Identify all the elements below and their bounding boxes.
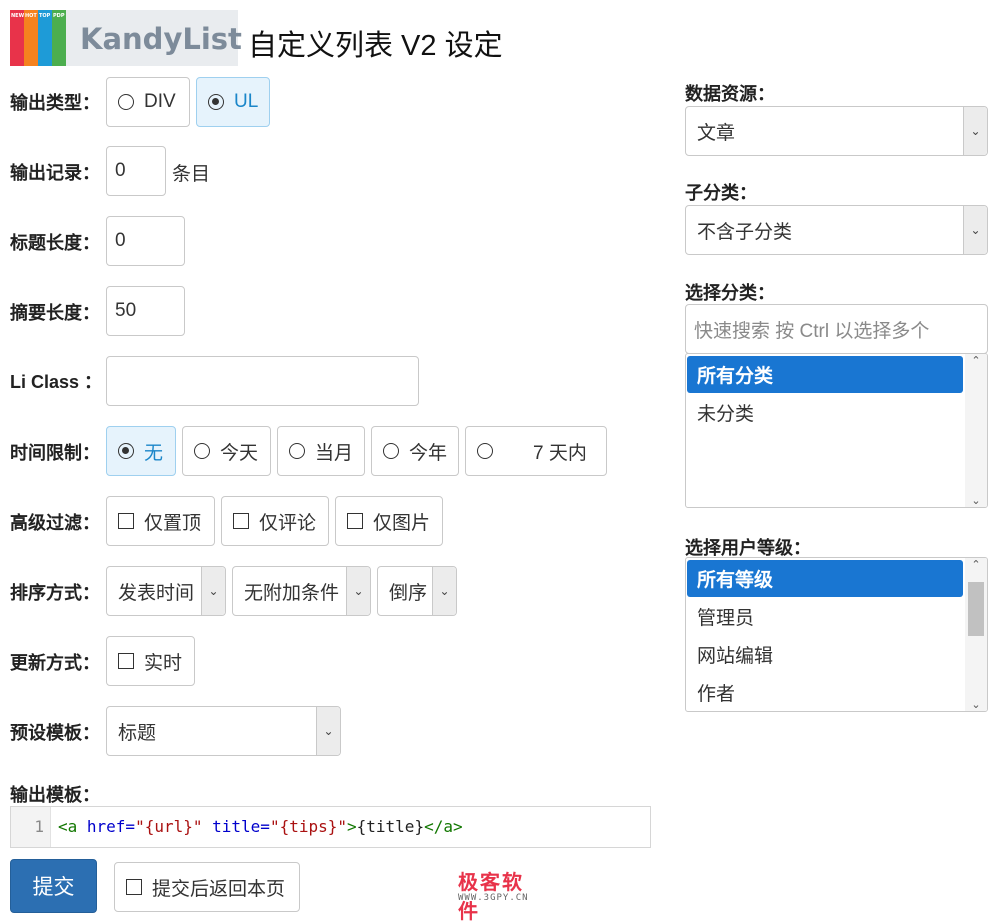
chevron-down-icon: ⌄ bbox=[963, 107, 987, 155]
radio-selected-icon bbox=[208, 94, 224, 110]
radio-icon bbox=[118, 94, 134, 110]
line-number: 1 bbox=[11, 807, 51, 847]
chevron-up-icon[interactable]: ⌃ bbox=[965, 558, 987, 571]
category-search-input[interactable]: 快速搜索 按 Ctrl 以选择多个 bbox=[685, 304, 988, 354]
chevron-down-icon: ⌄ bbox=[201, 567, 225, 615]
preset-template-select[interactable]: 标题 ⌄ bbox=[106, 706, 341, 756]
filter-image-checkbox[interactable]: 仅图片 bbox=[335, 496, 443, 546]
time-limit-year-radio[interactable]: 今年 bbox=[371, 426, 459, 476]
watermark-logo: 极客软件 WWW.3GPY.CN bbox=[458, 866, 544, 923]
code-token: > bbox=[347, 817, 357, 836]
checkbox-icon bbox=[126, 879, 142, 895]
radio-icon bbox=[289, 443, 305, 459]
data-source-select[interactable]: 文章 ⌄ bbox=[685, 106, 988, 156]
subcategory-label: 子分类： bbox=[685, 183, 757, 203]
scrollbar-thumb[interactable] bbox=[968, 582, 984, 636]
code-token: href= bbox=[77, 817, 136, 836]
code-token: <a bbox=[58, 817, 78, 836]
output-count-suffix: 条目 bbox=[172, 164, 211, 185]
update-realtime-checkbox[interactable]: 实时 bbox=[106, 636, 195, 686]
checkbox-icon bbox=[118, 653, 134, 669]
update-mode-label: 更新方式： bbox=[10, 653, 100, 673]
checkbox-icon bbox=[347, 513, 363, 529]
page-title: 自定义列表 V2 设定 bbox=[248, 30, 503, 62]
li-class-input[interactable] bbox=[106, 356, 419, 406]
radio-icon bbox=[383, 443, 399, 459]
chevron-down-icon: ⌄ bbox=[963, 206, 987, 254]
output-template-editor[interactable]: 1 <a href="{url}" title="{tips}">{title}… bbox=[10, 806, 651, 848]
radio-selected-icon bbox=[118, 443, 134, 459]
radio-icon bbox=[194, 443, 210, 459]
output-count-input[interactable]: 0 bbox=[106, 146, 166, 196]
user-level-item-all[interactable]: 所有等级 bbox=[687, 560, 963, 597]
time-limit-today-radio[interactable]: 今天 bbox=[182, 426, 271, 476]
preset-template-label: 预设模板： bbox=[10, 723, 100, 743]
watermark-url: WWW.3GPY.CN bbox=[458, 893, 529, 903]
time-limit-month-radio[interactable]: 当月 bbox=[277, 426, 365, 476]
checkbox-icon bbox=[118, 513, 134, 529]
time-limit-label: 时间限制： bbox=[10, 443, 100, 463]
category-item-all[interactable]: 所有分类 bbox=[687, 356, 963, 393]
li-class-label: Li Class ： bbox=[10, 372, 103, 392]
filter-comment-checkbox[interactable]: 仅评论 bbox=[221, 496, 329, 546]
code-token: title= bbox=[202, 817, 270, 836]
radio-icon bbox=[477, 443, 493, 459]
chevron-down-icon[interactable]: ⌄ bbox=[965, 494, 987, 507]
title-length-input[interactable]: 0 bbox=[106, 216, 185, 266]
category-item-uncategorized[interactable]: 未分类 bbox=[687, 394, 963, 431]
subcategory-select[interactable]: 不含子分类 ⌄ bbox=[685, 205, 988, 255]
category-label: 选择分类： bbox=[685, 283, 775, 303]
output-count-label: 输出记录： bbox=[10, 163, 100, 183]
code-token: {title} bbox=[356, 817, 425, 836]
summary-length-input[interactable]: 50 bbox=[106, 286, 185, 336]
sort-order-select[interactable]: 倒序 ⌄ bbox=[377, 566, 457, 616]
sort-field-select[interactable]: 发表时间 ⌄ bbox=[106, 566, 226, 616]
logo-text: KandyList bbox=[80, 22, 242, 56]
chevron-down-icon: ⌄ bbox=[346, 567, 370, 615]
summary-length-label: 摘要长度： bbox=[10, 303, 100, 323]
category-listbox[interactable]: 所有分类 未分类 ⌃ ⌄ bbox=[685, 353, 988, 508]
logo-stripe-top: TOP bbox=[38, 10, 52, 66]
user-level-listbox[interactable]: 所有等级 管理员 网站编辑 作者 ⌃ ⌄ bbox=[685, 557, 988, 712]
checkbox-icon bbox=[233, 513, 249, 529]
output-template-label: 输出模板： bbox=[10, 785, 100, 805]
output-type-label: 输出类型： bbox=[10, 93, 100, 113]
time-limit-none-radio[interactable]: 无 bbox=[106, 426, 176, 476]
output-type-ul-radio[interactable]: UL bbox=[196, 77, 270, 127]
chevron-up-icon[interactable]: ⌃ bbox=[965, 354, 987, 367]
user-level-scrollbar[interactable]: ⌃ ⌄ bbox=[965, 558, 987, 711]
user-level-item-editor[interactable]: 网站编辑 bbox=[687, 636, 963, 673]
sort-condition-select[interactable]: 无附加条件 ⌄ bbox=[232, 566, 371, 616]
code-token: "{url}" bbox=[135, 817, 203, 836]
logo: NEW HOT TOP PDP KandyList bbox=[10, 10, 242, 66]
chevron-down-icon: ⌄ bbox=[432, 567, 456, 615]
filter-sticky-checkbox[interactable]: 仅置顶 bbox=[106, 496, 215, 546]
user-level-item-admin[interactable]: 管理员 bbox=[687, 598, 963, 635]
logo-stripe-new: NEW bbox=[10, 10, 24, 66]
chevron-down-icon: ⌄ bbox=[316, 707, 340, 755]
sort-label: 排序方式： bbox=[10, 583, 100, 603]
logo-stripe-hot: HOT bbox=[24, 10, 38, 66]
return-after-submit-checkbox[interactable]: 提交后返回本页 bbox=[114, 862, 300, 912]
code-token: </a> bbox=[424, 817, 463, 836]
category-scrollbar[interactable]: ⌃ ⌄ bbox=[965, 354, 987, 507]
code-token: "{tips}" bbox=[269, 817, 347, 836]
advanced-filter-label: 高级过滤： bbox=[10, 513, 100, 533]
chevron-down-icon[interactable]: ⌄ bbox=[965, 698, 987, 711]
time-limit-7days-radio[interactable]: 7 天内 bbox=[465, 426, 607, 476]
logo-stripe-pdp: PDP bbox=[52, 10, 66, 66]
submit-button[interactable]: 提交 bbox=[10, 859, 97, 913]
title-length-label: 标题长度： bbox=[10, 233, 100, 253]
data-source-label: 数据资源： bbox=[685, 84, 775, 104]
template-code-line[interactable]: <a href="{url}" title="{tips}">{title}</… bbox=[58, 807, 463, 847]
user-level-item-author[interactable]: 作者 bbox=[687, 674, 963, 711]
output-type-div-radio[interactable]: DIV bbox=[106, 77, 190, 127]
